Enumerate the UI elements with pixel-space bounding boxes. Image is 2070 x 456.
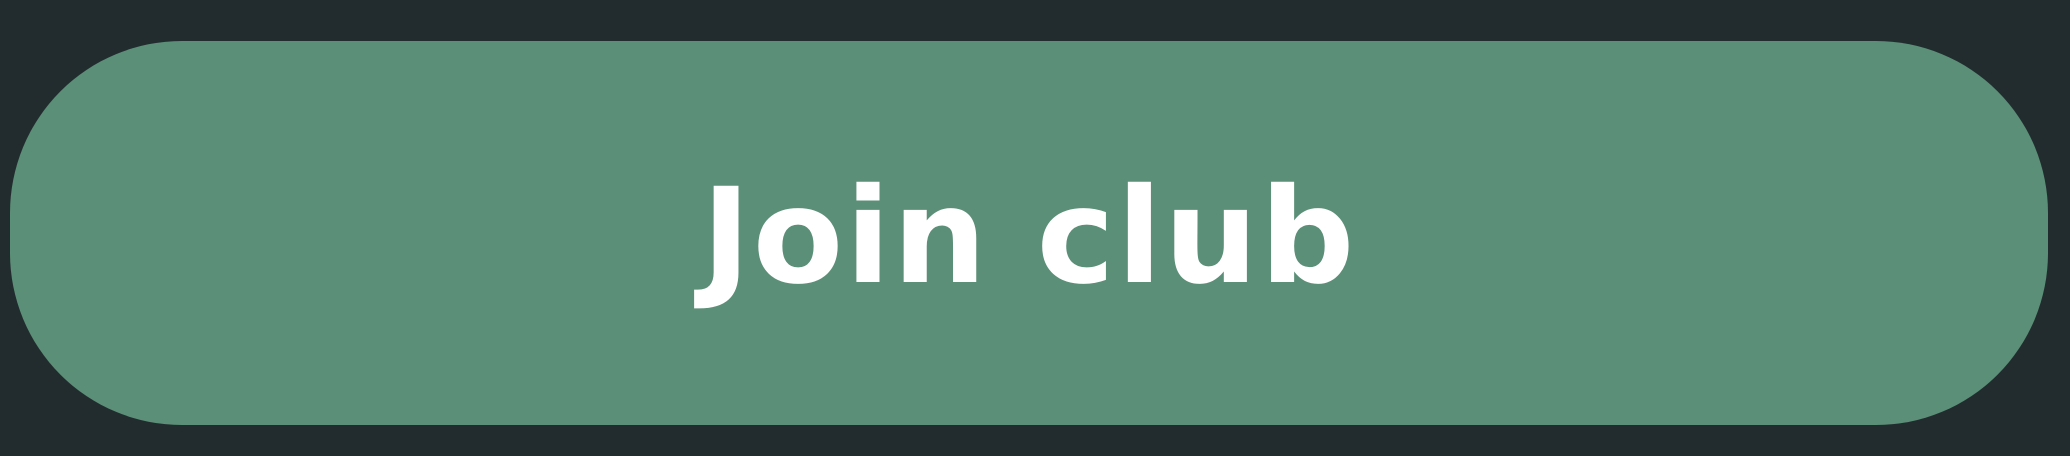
page-background: Join club [0, 0, 2070, 456]
join-club-button[interactable]: Join club [10, 41, 2048, 425]
join-club-button-label: Join club [701, 160, 1357, 314]
